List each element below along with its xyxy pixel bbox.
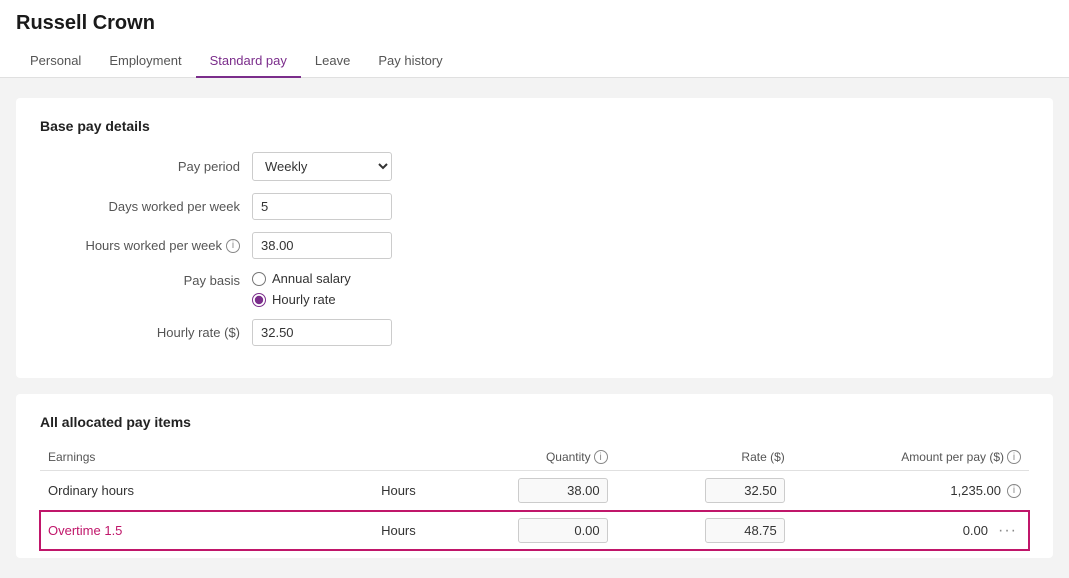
ordinary-amount-info-icon[interactable]: i (1007, 484, 1021, 498)
hours-worked-row: Hours worked per week i (40, 232, 1029, 259)
page-title: Russell Crown (16, 12, 1053, 35)
ordinary-amount-cell: 1,235.00 i (793, 471, 1029, 511)
tab-employment[interactable]: Employment (95, 45, 195, 78)
col-quantity-header: Quantity i (424, 444, 616, 471)
pay-items-table: Earnings Quantity i Rate ($) (40, 444, 1029, 550)
ordinary-unit: Hours (306, 471, 424, 511)
amount-info-icon[interactable]: i (1007, 450, 1021, 464)
days-worked-input[interactable] (252, 193, 392, 220)
ordinary-rate-input[interactable] (705, 478, 785, 503)
pay-basis-annual-option[interactable]: Annual salary (252, 271, 351, 286)
hours-worked-label: Hours worked per week i (40, 238, 240, 253)
pay-period-row: Pay period Weekly Fortnightly Monthly (40, 152, 1029, 181)
hours-worked-input[interactable] (252, 232, 392, 259)
hourly-rate-input[interactable] (252, 319, 392, 346)
pay-basis-annual-radio[interactable] (252, 272, 266, 286)
hourly-rate-row: Hourly rate ($) (40, 319, 1029, 346)
pay-basis-row: Pay basis Annual salary Hourly rate (40, 271, 1029, 307)
pay-basis-label: Pay basis (40, 271, 240, 288)
col-earnings-header: Earnings (40, 444, 306, 471)
overtime-amount-cell: 0.00 ··· (793, 511, 1029, 551)
pay-basis-hourly-label: Hourly rate (272, 292, 336, 307)
table-row: Ordinary hours Hours 1,235.00 i (40, 471, 1029, 511)
header: Russell Crown Personal Employment Standa… (0, 0, 1069, 78)
overtime-rate-cell (616, 511, 793, 551)
pay-basis-radio-group: Annual salary Hourly rate (252, 271, 351, 307)
overtime-quantity-input[interactable] (518, 518, 608, 543)
overtime-quantity-cell (424, 511, 616, 551)
pay-basis-hourly-option[interactable]: Hourly rate (252, 292, 351, 307)
ordinary-quantity-cell (424, 471, 616, 511)
overtime-rate-input[interactable] (705, 518, 785, 543)
overtime-label: Overtime 1.5 (40, 511, 306, 551)
pay-period-label: Pay period (40, 159, 240, 174)
days-worked-label: Days worked per week (40, 199, 240, 214)
pay-basis-hourly-radio[interactable] (252, 293, 266, 307)
col-amount-header: Amount per pay ($) i (793, 444, 1029, 471)
base-pay-section: Base pay details Pay period Weekly Fortn… (16, 98, 1053, 378)
overtime-unit: Hours (306, 511, 424, 551)
col-unit-header (306, 444, 424, 471)
pay-items-section: All allocated pay items Earnings Quantit… (16, 394, 1053, 558)
ordinary-quantity-input[interactable] (518, 478, 608, 503)
content: Base pay details Pay period Weekly Fortn… (0, 78, 1069, 578)
quantity-info-icon[interactable]: i (594, 450, 608, 464)
tab-standard-pay[interactable]: Standard pay (196, 45, 301, 78)
base-pay-title: Base pay details (40, 118, 1029, 134)
pay-period-select[interactable]: Weekly Fortnightly Monthly (252, 152, 392, 181)
ordinary-label: Ordinary hours (40, 471, 306, 511)
ordinary-rate-cell (616, 471, 793, 511)
hours-worked-info-icon[interactable]: i (226, 239, 240, 253)
col-rate-header: Rate ($) (616, 444, 793, 471)
hourly-rate-label: Hourly rate ($) (40, 325, 240, 340)
tab-leave[interactable]: Leave (301, 45, 364, 78)
tab-personal[interactable]: Personal (16, 45, 95, 78)
tabs: Personal Employment Standard pay Leave P… (16, 45, 1053, 77)
ordinary-amount-value: 1,235.00 (950, 483, 1001, 498)
pay-items-title: All allocated pay items (40, 414, 1029, 430)
tab-pay-history[interactable]: Pay history (364, 45, 456, 78)
table-row: Overtime 1.5 Hours 0.00 ··· (40, 511, 1029, 551)
table-header-row: Earnings Quantity i Rate ($) (40, 444, 1029, 471)
overtime-amount-value: 0.00 (963, 523, 988, 538)
days-worked-row: Days worked per week (40, 193, 1029, 220)
app-container: Russell Crown Personal Employment Standa… (0, 0, 1069, 578)
pay-basis-annual-label: Annual salary (272, 271, 351, 286)
